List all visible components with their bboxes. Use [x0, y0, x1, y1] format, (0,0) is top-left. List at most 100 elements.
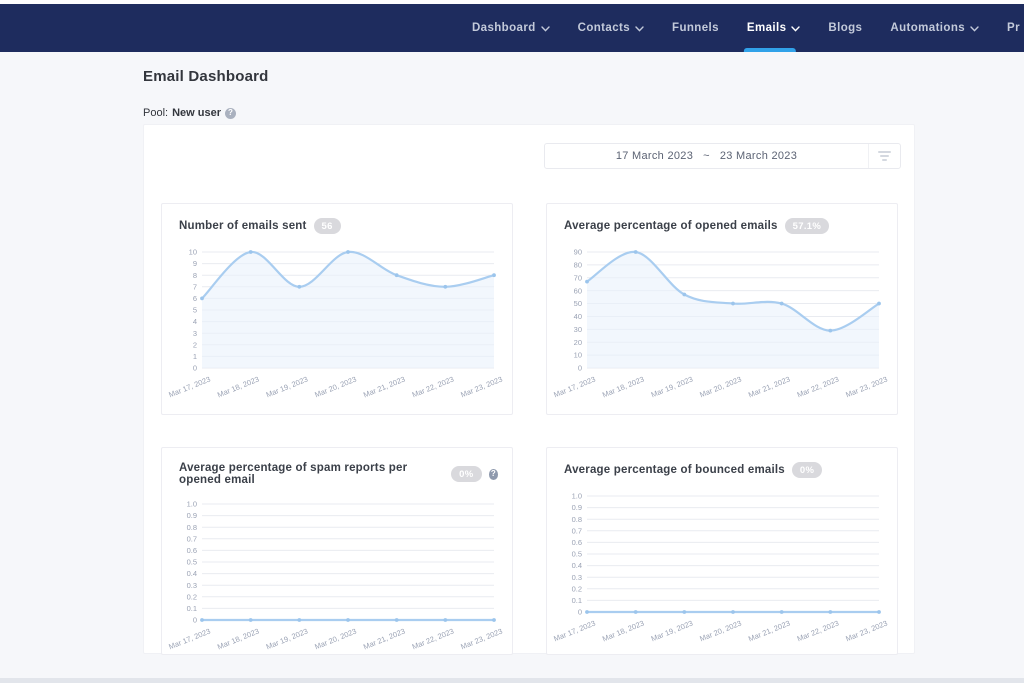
chart-title: Average percentage of opened emails: [564, 220, 778, 232]
nav-item-automations[interactable]: Automations: [890, 4, 979, 52]
svg-text:Mar 19, 2023: Mar 19, 2023: [650, 375, 694, 400]
date-range-picker[interactable]: 17 March 2023 ~ 23 March 2023: [544, 143, 901, 169]
svg-text:Mar 21, 2023: Mar 21, 2023: [362, 627, 406, 652]
svg-text:10: 10: [574, 351, 582, 360]
svg-text:0.4: 0.4: [572, 561, 582, 570]
svg-text:50: 50: [574, 299, 582, 308]
svg-text:1.0: 1.0: [187, 500, 197, 509]
chart-card-opened-emails: Average percentage of opened emails 57.1…: [546, 203, 898, 415]
metric-badge: 56: [314, 218, 341, 234]
svg-text:Mar 21, 2023: Mar 21, 2023: [362, 375, 406, 400]
svg-text:6: 6: [193, 294, 197, 303]
svg-text:Mar 20, 2023: Mar 20, 2023: [698, 619, 742, 644]
svg-text:Mar 23, 2023: Mar 23, 2023: [844, 375, 888, 400]
date-range-end: 23 March 2023: [720, 150, 797, 162]
svg-text:Mar 17, 2023: Mar 17, 2023: [167, 375, 211, 400]
pool-info: Pool: New user ?: [143, 107, 1024, 119]
svg-text:9: 9: [193, 259, 197, 268]
top-navbar: Dashboard Contacts Funnels Emails Blogs …: [0, 4, 1024, 52]
card-header: Average percentage of bounced emails 0%: [561, 462, 883, 478]
chevron-down-icon: [791, 26, 800, 32]
svg-text:0.9: 0.9: [572, 503, 582, 512]
svg-text:Mar 22, 2023: Mar 22, 2023: [411, 375, 455, 400]
nav-item-label: Pr: [1007, 22, 1020, 34]
chevron-down-icon: [541, 26, 550, 32]
svg-text:Mar 22, 2023: Mar 22, 2023: [796, 375, 840, 400]
card-header: Number of emails sent 56: [176, 218, 498, 234]
chart-title: Average percentage of bounced emails: [564, 464, 785, 476]
svg-text:Mar 21, 2023: Mar 21, 2023: [747, 375, 791, 400]
svg-text:Mar 18, 2023: Mar 18, 2023: [601, 619, 645, 644]
svg-text:0.3: 0.3: [187, 581, 197, 590]
svg-text:0.3: 0.3: [572, 573, 582, 582]
nav-item-label: Contacts: [578, 22, 630, 34]
svg-text:5: 5: [193, 306, 197, 315]
pool-value: New user: [172, 107, 221, 119]
svg-text:8: 8: [193, 271, 197, 280]
card-header: Average percentage of opened emails 57.1…: [561, 218, 883, 234]
svg-text:40: 40: [574, 312, 582, 321]
nav-item-contacts[interactable]: Contacts: [578, 4, 644, 52]
svg-text:Mar 19, 2023: Mar 19, 2023: [265, 375, 309, 400]
nav-item-truncated[interactable]: Pr: [1007, 4, 1020, 52]
svg-text:0.2: 0.2: [187, 592, 197, 601]
chart-card-bounced-emails: Average percentage of bounced emails 0% …: [546, 447, 898, 655]
dashboard-panel: 17 March 2023 ~ 23 March 2023 Number of …: [143, 124, 915, 654]
nav-item-funnels[interactable]: Funnels: [672, 4, 719, 52]
svg-text:0.5: 0.5: [187, 558, 197, 567]
svg-text:30: 30: [574, 325, 582, 334]
svg-text:0.2: 0.2: [572, 584, 582, 593]
metric-badge: 0%: [792, 462, 822, 478]
svg-text:Mar 17, 2023: Mar 17, 2023: [552, 619, 596, 644]
filter-icon[interactable]: [868, 144, 900, 168]
svg-text:10: 10: [189, 248, 197, 257]
svg-text:0.4: 0.4: [187, 569, 197, 578]
svg-text:Mar 20, 2023: Mar 20, 2023: [313, 627, 357, 652]
nav-item-blogs[interactable]: Blogs: [828, 4, 862, 52]
nav-item-emails[interactable]: Emails: [747, 4, 800, 52]
date-range-text: 17 March 2023 ~ 23 March 2023: [545, 150, 868, 162]
chart-card-spam-reports: Average percentage of spam reports per o…: [161, 447, 513, 655]
svg-text:Mar 18, 2023: Mar 18, 2023: [601, 375, 645, 400]
svg-text:90: 90: [574, 248, 582, 257]
chart-title: Average percentage of spam reports per o…: [179, 462, 444, 486]
svg-text:Mar 23, 2023: Mar 23, 2023: [459, 375, 503, 400]
svg-text:Mar 23, 2023: Mar 23, 2023: [844, 619, 888, 644]
pool-label: Pool:: [143, 107, 168, 119]
main-content: Email Dashboard Pool: New user ? Since: …: [0, 52, 1024, 683]
svg-text:2: 2: [193, 340, 197, 349]
svg-text:0: 0: [578, 364, 582, 373]
svg-text:Mar 18, 2023: Mar 18, 2023: [216, 375, 260, 400]
svg-text:0.6: 0.6: [187, 546, 197, 555]
metric-badge: 57.1%: [785, 218, 829, 234]
svg-text:Mar 19, 2023: Mar 19, 2023: [265, 627, 309, 652]
svg-text:Mar 20, 2023: Mar 20, 2023: [698, 375, 742, 400]
chevron-down-icon: [635, 26, 644, 32]
svg-text:0.7: 0.7: [187, 534, 197, 543]
svg-text:20: 20: [574, 338, 582, 347]
svg-text:Mar 22, 2023: Mar 22, 2023: [796, 619, 840, 644]
svg-text:Mar 21, 2023: Mar 21, 2023: [747, 619, 791, 644]
svg-text:Mar 18, 2023: Mar 18, 2023: [216, 627, 260, 652]
svg-text:Mar 20, 2023: Mar 20, 2023: [313, 375, 357, 400]
nav-item-label: Automations: [890, 22, 965, 34]
chart-title: Number of emails sent: [179, 220, 307, 232]
svg-text:Mar 23, 2023: Mar 23, 2023: [459, 627, 503, 652]
line-chart-opened-emails: 0102030405060708090Mar 17, 2023Mar 18, 2…: [561, 246, 883, 404]
svg-text:0.9: 0.9: [187, 511, 197, 520]
svg-text:0: 0: [578, 608, 582, 617]
chart-card-emails-sent: Number of emails sent 56 012345678910Mar…: [161, 203, 513, 415]
nav-item-dashboard[interactable]: Dashboard: [472, 4, 550, 52]
nav-items: Dashboard Contacts Funnels Emails Blogs …: [472, 4, 1024, 52]
card-header: Average percentage of spam reports per o…: [176, 462, 498, 486]
svg-text:80: 80: [574, 260, 582, 269]
spam-help-icon[interactable]: ?: [489, 469, 498, 480]
svg-text:0.1: 0.1: [187, 604, 197, 613]
chart-grid: Number of emails sent 56 012345678910Mar…: [161, 203, 897, 655]
page-title: Email Dashboard: [143, 68, 1024, 85]
svg-text:0.5: 0.5: [572, 550, 582, 559]
svg-text:3: 3: [193, 329, 197, 338]
pool-help-icon[interactable]: ?: [225, 108, 236, 119]
svg-text:0.6: 0.6: [572, 538, 582, 547]
svg-text:60: 60: [574, 286, 582, 295]
